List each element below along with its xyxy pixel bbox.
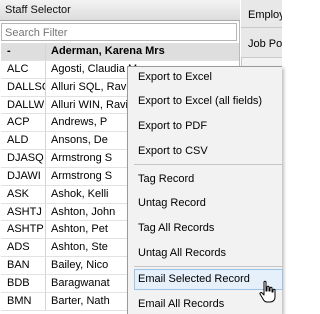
menu-separator [134,164,283,165]
staff-code-cell: ASK [1,185,46,203]
menu-separator [134,266,283,267]
employee-field-label: Employ [241,0,282,28]
staff-code-cell: DJAWI [1,167,46,185]
menu-item-export-csv[interactable]: Export to CSV [134,141,283,162]
staff-name-cell: Aderman, Karena Mrs [51,45,165,57]
job-position-field-label: Job Po [241,28,282,58]
staff-code-cell: ALC [1,60,46,78]
search-filter-input[interactable] [1,23,237,41]
menu-item-untag-record[interactable]: Untag Record [134,193,283,214]
staff-code-cell: ACP [1,114,46,132]
menu-item-tag-record[interactable]: Tag Record [134,169,283,190]
staff-code-cell: BMN [1,292,46,310]
staff-code-cell: ASHTP [1,221,46,239]
menu-item-untag-all[interactable]: Untag All Records [134,243,283,264]
menu-item-export-pdf[interactable]: Export to PDF [134,116,283,137]
staff-code-cell: DJASQ [1,150,46,167]
staff-code-cell: ASHTJ [1,203,46,221]
staff-code-cell: ALD [1,132,46,150]
staff-code-cell: BAN [1,257,46,274]
table-header-row[interactable]: - Aderman, Karena Mrs [1,43,239,61]
menu-item-export-excel[interactable]: Export to Excel [134,67,283,88]
staff-code-cell: DALLWI [1,96,46,114]
staff-code-cell: BDB [1,274,46,292]
staff-code-cell: - [1,43,46,60]
staff-code-cell: ADS [1,239,46,257]
staff-code-cell: DALLSQ [1,78,46,96]
context-menu: Export to Excel Export to Excel (all fie… [127,66,283,314]
hand-pointer-icon [259,280,276,303]
menu-item-export-excel-all[interactable]: Export to Excel (all fields) [134,91,283,112]
menu-item-tag-all[interactable]: Tag All Records [134,218,283,239]
panel-title: Staff Selector [0,0,240,21]
